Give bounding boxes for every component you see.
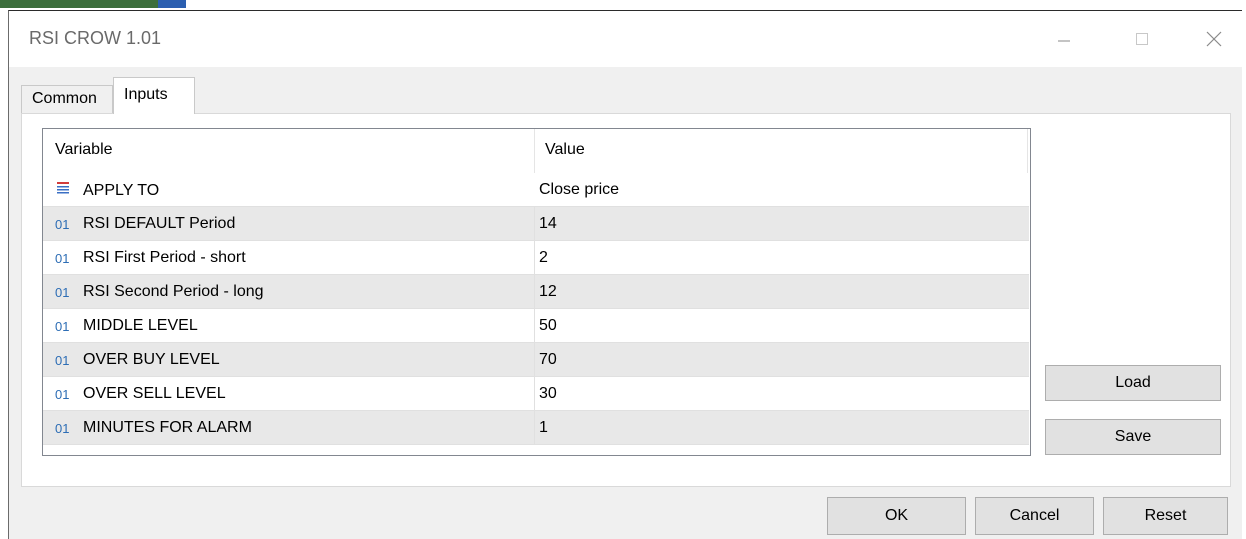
variable-name: MIDDLE LEVEL <box>83 317 198 334</box>
variable-name: OVER BUY LEVEL <box>83 351 220 368</box>
tab-inputs[interactable]: Inputs <box>113 77 195 114</box>
number-icon: 01 <box>55 352 70 368</box>
value-cell[interactable]: 70 <box>539 351 557 369</box>
column-divider <box>1027 129 1028 173</box>
table-row[interactable]: APPLY TO Close price <box>43 173 1029 207</box>
value-cell[interactable]: 30 <box>539 385 557 403</box>
minimize-button[interactable] <box>1041 19 1087 59</box>
column-divider <box>534 275 535 309</box>
column-divider <box>534 129 535 173</box>
column-divider <box>534 411 535 445</box>
variable-name: MINUTES FOR ALARM <box>83 419 252 436</box>
variable-cell: 01 RSI Second Period - long <box>55 283 264 301</box>
column-header-variable[interactable]: Variable <box>55 141 113 159</box>
column-divider <box>534 309 535 343</box>
table-row[interactable]: 01 RSI First Period - short 2 <box>43 241 1029 275</box>
value-cell[interactable]: 12 <box>539 283 557 301</box>
number-icon: 01 <box>55 420 70 436</box>
value-cell[interactable]: 14 <box>539 215 557 233</box>
title-bar: RSI CROW 1.01 <box>9 11 1242 67</box>
variable-name: APPLY TO <box>83 181 160 199</box>
background-app-accent <box>158 0 186 8</box>
minimize-icon <box>1058 40 1070 42</box>
background-app <box>0 0 1246 8</box>
reset-button[interactable]: Reset <box>1103 497 1228 535</box>
column-divider <box>534 343 535 377</box>
ok-button[interactable]: OK <box>827 497 966 535</box>
variable-cell: 01 RSI First Period - short <box>55 249 246 267</box>
table-row[interactable]: 01 MIDDLE LEVEL 50 <box>43 309 1029 343</box>
column-divider <box>534 241 535 275</box>
close-button[interactable] <box>1191 19 1237 59</box>
variable-name: RSI Second Period - long <box>83 283 264 300</box>
value-cell[interactable]: 1 <box>539 419 548 437</box>
table-row[interactable]: 01 MINUTES FOR ALARM 1 <box>43 411 1029 445</box>
table-row[interactable]: 01 OVER SELL LEVEL 30 <box>43 377 1029 411</box>
number-icon: 01 <box>55 386 70 402</box>
variable-cell: 01 OVER BUY LEVEL <box>55 351 220 369</box>
inputs-grid: Variable Value APPLY TO Close price 01 R… <box>42 128 1031 456</box>
column-divider <box>534 207 535 241</box>
tab-common[interactable]: Common <box>21 85 113 113</box>
grid-header: Variable Value <box>43 129 1030 173</box>
value-cell[interactable]: 50 <box>539 317 557 335</box>
variable-name: RSI First Period - short <box>83 249 246 266</box>
variable-cell: 01 MIDDLE LEVEL <box>55 317 198 335</box>
variable-cell: 01 MINUTES FOR ALARM <box>55 419 252 437</box>
window-title: RSI CROW 1.01 <box>29 28 162 48</box>
enum-icon <box>55 181 77 200</box>
column-divider <box>534 377 535 411</box>
close-icon <box>1206 31 1222 47</box>
value-cell[interactable]: 2 <box>539 249 548 267</box>
number-icon: 01 <box>55 250 70 266</box>
load-button[interactable]: Load <box>1045 365 1221 401</box>
table-row[interactable]: 01 RSI DEFAULT Period 14 <box>43 207 1029 241</box>
table-row[interactable]: 01 OVER BUY LEVEL 70 <box>43 343 1029 377</box>
variable-name: OVER SELL LEVEL <box>83 385 226 402</box>
value-cell[interactable]: Close price <box>539 181 619 199</box>
cancel-button[interactable]: Cancel <box>975 497 1094 535</box>
variable-name: RSI DEFAULT Period <box>83 215 236 232</box>
number-icon: 01 <box>55 284 70 300</box>
dialog-window: RSI CROW 1.01 Common Inputs Variable Val… <box>8 10 1242 539</box>
column-header-value[interactable]: Value <box>545 141 585 159</box>
save-button[interactable]: Save <box>1045 419 1221 455</box>
table-row[interactable]: 01 RSI Second Period - long 12 <box>43 275 1029 309</box>
variable-cell: 01 OVER SELL LEVEL <box>55 385 226 403</box>
variable-cell: 01 RSI DEFAULT Period <box>55 215 235 233</box>
variable-cell: APPLY TO <box>55 181 159 200</box>
maximize-button[interactable] <box>1119 19 1165 59</box>
number-icon: 01 <box>55 318 70 334</box>
maximize-icon <box>1136 33 1148 45</box>
number-icon: 01 <box>55 216 70 232</box>
